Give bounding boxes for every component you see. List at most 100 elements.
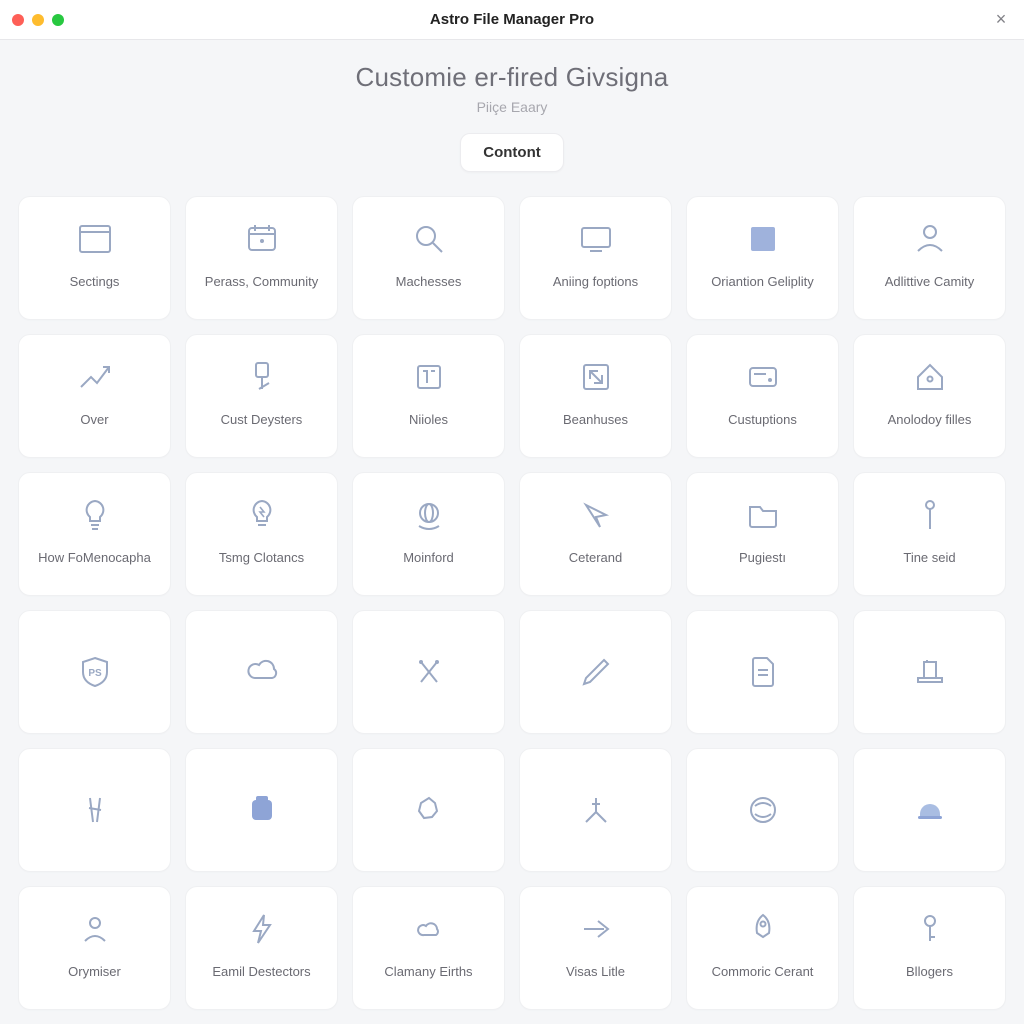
tile-cloud[interactable] xyxy=(185,610,338,734)
tile-sticks[interactable] xyxy=(18,748,171,872)
tile-square-fill[interactable]: Oriantion Geliplity xyxy=(686,196,839,320)
search-icon xyxy=(409,219,449,259)
tile-window[interactable]: Sectings xyxy=(18,196,171,320)
globe-ring-icon xyxy=(409,495,449,535)
tile-pin[interactable]: Cust Deysters xyxy=(185,334,338,458)
tile-label: Visas Litle xyxy=(560,965,631,979)
tile-helmet[interactable] xyxy=(853,748,1006,872)
tile-monitor[interactable]: Aniing foptions xyxy=(519,196,672,320)
tile-cloud-small[interactable]: Clamany Eirths xyxy=(352,886,505,1010)
tile-label: Eamil Destectors xyxy=(206,965,316,979)
tile-arrow-right[interactable]: Visas Litle xyxy=(519,886,672,1010)
doc-lines-icon xyxy=(743,652,783,692)
tile-text-box[interactable]: Niioles xyxy=(352,334,505,458)
tile-doc-lines[interactable] xyxy=(686,610,839,734)
tile-bulb[interactable]: How FoMenocapha xyxy=(18,472,171,596)
content-pill-label: Contont xyxy=(483,144,540,161)
calendar-icon xyxy=(242,219,282,259)
tile-label: Cust Deysters xyxy=(215,413,309,427)
tile-arrow-trend[interactable]: Over xyxy=(18,334,171,458)
bulb-spark-icon xyxy=(242,495,282,535)
tile-house[interactable]: Anolodoy filles xyxy=(853,334,1006,458)
pin-dot-icon xyxy=(910,495,950,535)
tile-expand[interactable]: Beanhuses xyxy=(519,334,672,458)
content-pill[interactable]: Contont xyxy=(460,133,563,172)
key-icon xyxy=(910,909,950,949)
tile-label: Tine seid xyxy=(897,551,961,565)
tile-bulb-spark[interactable]: Tsmg Clotancs xyxy=(185,472,338,596)
traffic-lights xyxy=(12,14,64,26)
folder-icon xyxy=(743,495,783,535)
tile-blob[interactable] xyxy=(352,748,505,872)
tile-label: Oriantion Geliplity xyxy=(705,275,820,289)
page-title: Customie er-fired Givsigna xyxy=(0,62,1024,93)
pencil-icon xyxy=(576,652,616,692)
window-icon xyxy=(75,219,115,259)
tile-label: Aniing foptions xyxy=(547,275,644,289)
tile-grid: Sectings Perass, Community Machesses Aniing… xyxy=(0,172,1024,1010)
cross-sticks-icon xyxy=(409,652,449,692)
tile-label: Machesses xyxy=(390,275,468,289)
tile-user-bust[interactable]: Adlittive Camity xyxy=(853,196,1006,320)
tile-shield-ps[interactable] xyxy=(18,610,171,734)
hero: Customie er-fired Givsigna Piiçe Eaary C… xyxy=(0,40,1024,172)
sticks-icon xyxy=(75,790,115,830)
window-zoom-dot[interactable] xyxy=(52,14,64,26)
tile-label: Commoric Cerant xyxy=(706,965,820,979)
tile-folder[interactable]: Pugiestı xyxy=(686,472,839,596)
square-fill-icon xyxy=(743,219,783,259)
tile-stack-fill[interactable] xyxy=(185,748,338,872)
titlebar: Astro File Manager Pro × xyxy=(0,0,1024,40)
arrow-right-icon xyxy=(576,909,616,949)
monitor-icon xyxy=(576,219,616,259)
tile-label: Pugiestı xyxy=(733,551,792,565)
tile-printer[interactable] xyxy=(853,610,1006,734)
pin-icon xyxy=(242,357,282,397)
tile-card[interactable]: Custuptions xyxy=(686,334,839,458)
tile-label: Custuptions xyxy=(722,413,803,427)
tile-search[interactable]: Machesses xyxy=(352,196,505,320)
tile-pencil[interactable] xyxy=(519,610,672,734)
window-close-dot[interactable] xyxy=(12,14,24,26)
blob-icon xyxy=(409,790,449,830)
tile-label: Over xyxy=(74,413,114,427)
user-bust-icon xyxy=(910,219,950,259)
bulb-icon xyxy=(75,495,115,535)
page-subtitle: Piiçe Eaary xyxy=(0,99,1024,115)
tile-cursor[interactable]: Ceterand xyxy=(519,472,672,596)
tile-tripod[interactable] xyxy=(519,748,672,872)
tile-label: Bllogers xyxy=(900,965,959,979)
tile-key[interactable]: Bllogers xyxy=(853,886,1006,1010)
tile-globe-ring[interactable]: Moinford xyxy=(352,472,505,596)
bolt-icon xyxy=(242,909,282,949)
tile-globe-face[interactable] xyxy=(686,748,839,872)
tile-user[interactable]: Orymiser xyxy=(18,886,171,1010)
tile-bolt[interactable]: Eamil Destectors xyxy=(185,886,338,1010)
window-title: Astro File Manager Pro xyxy=(0,11,1024,28)
stack-fill-icon xyxy=(242,790,282,830)
tile-calendar[interactable]: Perass, Community xyxy=(185,196,338,320)
close-button[interactable]: × xyxy=(990,9,1012,31)
cloud-small-icon xyxy=(409,909,449,949)
tile-label: Adlittive Camity xyxy=(879,275,981,289)
tile-label: Orymiser xyxy=(62,965,127,979)
house-icon xyxy=(910,357,950,397)
arrow-trend-icon xyxy=(75,357,115,397)
tile-label: Sectings xyxy=(64,275,126,289)
card-icon xyxy=(743,357,783,397)
close-icon: × xyxy=(996,9,1007,30)
tile-cross-sticks[interactable] xyxy=(352,610,505,734)
helmet-icon xyxy=(910,790,950,830)
tile-label: Tsmg Clotancs xyxy=(213,551,310,565)
rocket-icon xyxy=(743,909,783,949)
tripod-icon xyxy=(576,790,616,830)
tile-label: How FoMenocapha xyxy=(32,551,157,565)
window-minimize-dot[interactable] xyxy=(32,14,44,26)
tile-label: Clamany Eirths xyxy=(378,965,478,979)
tile-rocket[interactable]: Commoric Cerant xyxy=(686,886,839,1010)
tile-label: Anolodoy filles xyxy=(882,413,978,427)
expand-icon xyxy=(576,357,616,397)
globe-face-icon xyxy=(743,790,783,830)
tile-pin-dot[interactable]: Tine seid xyxy=(853,472,1006,596)
text-box-icon xyxy=(409,357,449,397)
